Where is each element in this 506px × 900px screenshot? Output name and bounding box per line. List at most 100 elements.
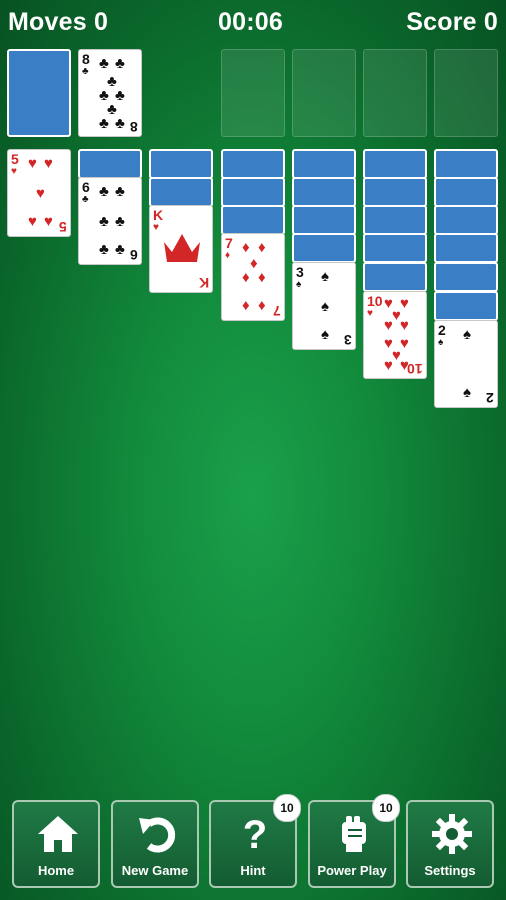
diamond-icon: ♦ (225, 250, 231, 261)
face-down-card (292, 205, 356, 235)
stock-pile[interactable] (7, 49, 71, 137)
heart-icon: ♥ (400, 295, 409, 312)
card-rank: 8 (130, 119, 138, 135)
face-down-card (363, 205, 427, 235)
face-down-card (292, 177, 356, 207)
club-icon: ♣ (115, 213, 125, 230)
hint-label: Hint (240, 863, 266, 878)
spade-icon: ♠ (463, 384, 471, 401)
heart-icon: ♥ (384, 357, 393, 374)
face-down-card (78, 149, 142, 179)
tableau-card-6[interactable]: 10 ♥ ♥ ♥ ♥ ♥ ♥ ♥ ♥ ♥ ♥ ♥ 10 (363, 291, 427, 379)
settings-button[interactable]: Settings (406, 800, 494, 888)
face-down-card (363, 233, 427, 263)
heart-icon: ♥ (384, 317, 393, 334)
power-play-count-badge: 10 (372, 794, 400, 822)
svg-text:?: ? (243, 814, 267, 854)
tableau-card-7[interactable]: 2 ♠ ♠ ♠ 2 (434, 320, 498, 408)
waste-card[interactable]: 8 ♣ ♣ ♣ ♣ ♣ ♣ ♣ ♣ ♣ 8 (78, 49, 142, 137)
heart-icon: ♥ (367, 308, 373, 319)
foundation-slot-1[interactable] (221, 49, 285, 137)
heart-icon: ♥ (28, 155, 37, 172)
heart-icon: ♥ (11, 166, 17, 177)
undo-arrow-icon (139, 817, 176, 853)
face-down-card (221, 177, 285, 207)
foundation-slot-3[interactable] (363, 49, 427, 137)
crown-icon (164, 234, 200, 262)
face-down-card (221, 149, 285, 179)
tableau-card-3[interactable]: K ♥ K (149, 205, 213, 293)
spade-icon: ♠ (438, 337, 444, 348)
heart-icon: ♥ (28, 213, 37, 230)
heart-icon: ♥ (153, 222, 159, 233)
diamond-icon: ♦ (258, 239, 266, 256)
diamond-icon: ♦ (250, 255, 258, 272)
diamond-icon: ♦ (242, 239, 250, 256)
club-icon: ♣ (99, 55, 109, 72)
gear-icon (432, 814, 472, 854)
face-down-card (363, 262, 427, 292)
spade-icon: ♠ (296, 279, 302, 290)
face-down-card (149, 149, 213, 179)
club-icon: ♣ (82, 194, 89, 205)
face-down-card (292, 233, 356, 263)
heart-icon: ♥ (400, 317, 409, 334)
face-down-card (363, 177, 427, 207)
diamond-icon: ♦ (258, 269, 266, 286)
card-rank: 6 (130, 247, 138, 263)
card-rank: 2 (486, 390, 494, 406)
diamond-icon: ♦ (258, 297, 266, 314)
card-rank: 10 (407, 361, 423, 377)
hint-button[interactable]: ? Hint 10 (209, 794, 301, 888)
tableau-card-5[interactable]: 3 ♠ ♠ ♠ ♠ 3 (292, 262, 356, 350)
foundation-slot-2[interactable] (292, 49, 356, 137)
card-rank: K (198, 275, 209, 291)
face-down-card (434, 262, 498, 292)
tableau-card-4[interactable]: 7 ♦ ♦ ♦ ♦ ♦ ♦ ♦ ♦ 7 (221, 233, 285, 321)
face-down-card (434, 291, 498, 321)
card-rank: 3 (344, 332, 352, 348)
spade-icon: ♠ (321, 326, 329, 343)
heart-icon: ♥ (44, 155, 53, 172)
home-icon (38, 816, 78, 852)
heart-icon: ♥ (36, 185, 45, 202)
club-icon: ♣ (82, 66, 89, 77)
heart-icon: ♥ (400, 335, 409, 352)
face-down-card (434, 177, 498, 207)
diamond-icon: ♦ (242, 269, 250, 286)
hint-count-badge: 10 (273, 794, 301, 822)
moves-counter: Moves 0 (8, 8, 109, 36)
new-game-label: New Game (121, 863, 189, 878)
club-icon: ♣ (115, 183, 125, 200)
club-icon: ♣ (99, 183, 109, 200)
heart-icon: ♥ (44, 213, 53, 230)
club-icon: ♣ (99, 241, 109, 258)
club-icon: ♣ (99, 115, 109, 132)
card-rank: 7 (273, 303, 281, 319)
settings-label: Settings (424, 863, 476, 878)
card-rank: 5 (59, 219, 67, 235)
question-mark-icon: ? (243, 814, 267, 854)
face-down-card (292, 149, 356, 179)
club-icon: ♣ (99, 213, 109, 230)
face-down-card (363, 149, 427, 179)
face-down-card (149, 177, 213, 207)
home-button[interactable]: Home (12, 800, 100, 888)
diamond-icon: ♦ (242, 297, 250, 314)
game-timer: 00:06 (218, 8, 283, 36)
tableau-card-2[interactable]: 6 ♣ ♣ ♣ ♣ ♣ ♣ ♣ 6 (78, 177, 142, 265)
spade-icon: ♠ (321, 268, 329, 285)
foundation-slot-4[interactable] (434, 49, 498, 137)
club-icon: ♣ (115, 115, 125, 132)
spade-icon: ♠ (321, 298, 329, 315)
face-down-card (221, 205, 285, 235)
power-play-button[interactable]: Power Play 10 (308, 794, 400, 888)
power-play-label: Power Play (317, 863, 387, 878)
face-down-card (434, 233, 498, 263)
new-game-button[interactable]: New Game (111, 800, 199, 888)
home-label: Home (37, 863, 75, 878)
bottom-toolbar: Home New Game ? Hint 10 Power Play 10 Se… (12, 794, 498, 890)
spade-icon: ♠ (463, 326, 471, 343)
club-icon: ♣ (115, 55, 125, 72)
tableau-card-1[interactable]: 5 ♥ ♥ ♥ ♥ ♥ ♥ 5 (7, 149, 71, 237)
